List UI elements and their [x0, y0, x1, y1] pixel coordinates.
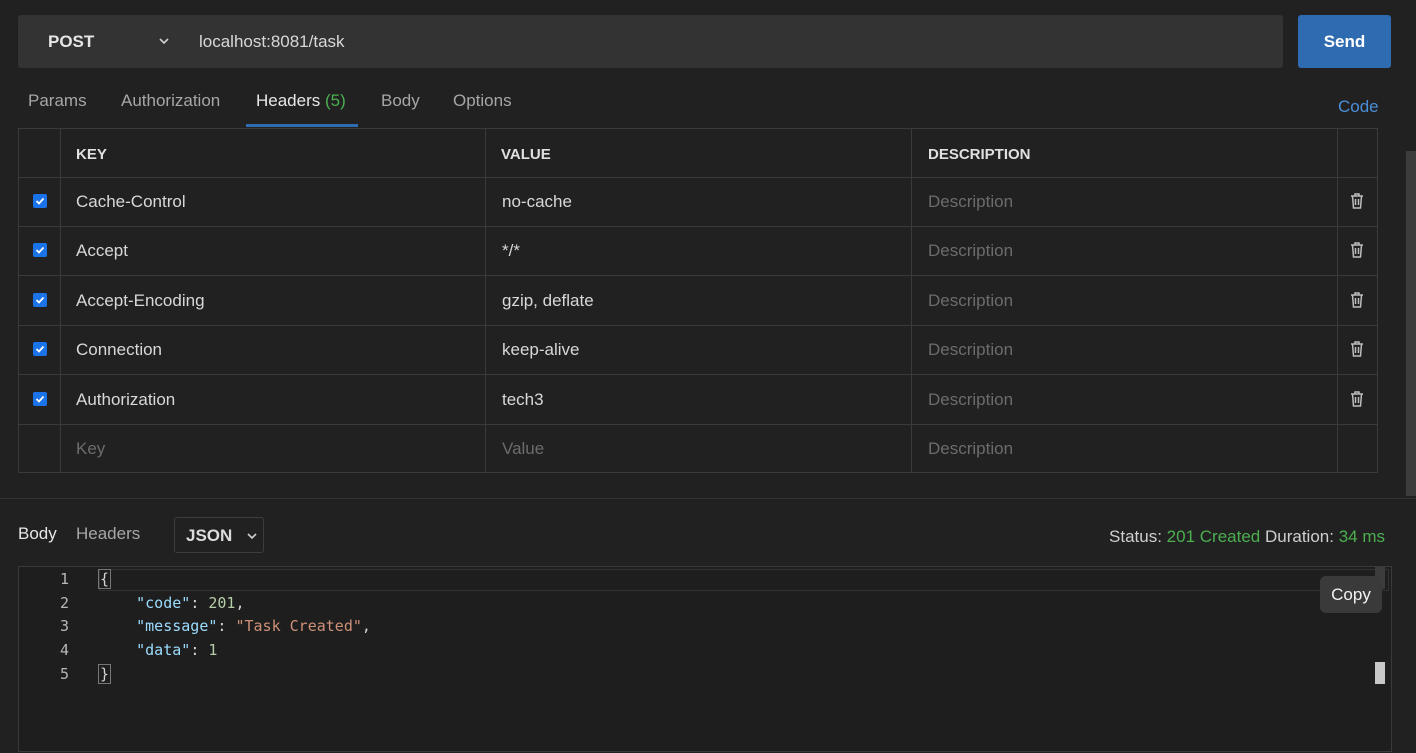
- response-body-editor[interactable]: 1 2 3 4 5 { "code": 201, "message": "Tas…: [18, 566, 1392, 752]
- headers-table: KEY VALUE DESCRIPTION Cache-Control no-c…: [18, 128, 1378, 473]
- json-value: "Task Created": [235, 617, 361, 635]
- header-description-cell[interactable]: Description: [928, 390, 1013, 410]
- code-line: "message": "Task Created",: [100, 617, 371, 635]
- row-enabled-checkbox[interactable]: [33, 392, 47, 406]
- header-description-cell[interactable]: Description: [928, 291, 1013, 311]
- header-value-cell[interactable]: */*: [502, 241, 520, 261]
- code-line: "code": 201,: [100, 594, 245, 612]
- trash-icon[interactable]: [1349, 241, 1365, 259]
- new-key-input[interactable]: Key: [76, 439, 105, 459]
- trash-icon[interactable]: [1349, 340, 1365, 358]
- check-icon: [35, 344, 45, 354]
- pane-divider[interactable]: [0, 498, 1416, 499]
- line-number: 4: [57, 641, 69, 659]
- status-label: Status:: [1109, 527, 1162, 546]
- duration-value: 34 ms: [1339, 527, 1385, 546]
- format-select-label: JSON: [186, 526, 232, 546]
- chevron-down-icon: [246, 530, 258, 542]
- close-brace: }: [98, 664, 111, 684]
- tab-headers[interactable]: Headers (5): [256, 91, 346, 111]
- header-key-cell[interactable]: Cache-Control: [76, 192, 186, 212]
- new-value-input[interactable]: Value: [502, 439, 544, 459]
- current-line-highlight: [99, 569, 1389, 591]
- scroll-thumb[interactable]: [1375, 662, 1385, 684]
- row-enabled-checkbox[interactable]: [33, 243, 47, 257]
- headers-count-badge: (5): [325, 91, 346, 110]
- header-description-cell[interactable]: Description: [928, 241, 1013, 261]
- tab-params[interactable]: Params: [28, 91, 87, 111]
- line-number: 2: [57, 594, 69, 612]
- header-value-cell[interactable]: tech3: [502, 390, 544, 410]
- column-header-value: VALUE: [501, 146, 551, 163]
- method-select[interactable]: POST: [48, 32, 94, 52]
- new-description-input[interactable]: Description: [928, 439, 1013, 459]
- json-value: 1: [208, 641, 217, 659]
- url-input[interactable]: localhost:8081/task: [199, 32, 345, 52]
- tab-options[interactable]: Options: [453, 91, 512, 111]
- active-tab-indicator: [246, 124, 358, 127]
- header-description-cell[interactable]: Description: [928, 340, 1013, 360]
- json-key: "data": [136, 641, 190, 659]
- request-bar: POST localhost:8081/task: [18, 15, 1283, 68]
- check-icon: [35, 295, 45, 305]
- line-number: 3: [57, 617, 69, 635]
- json-key: "message": [136, 617, 217, 635]
- response-tab-body[interactable]: Body: [18, 524, 57, 544]
- check-icon: [35, 245, 45, 255]
- column-header-description: DESCRIPTION: [928, 146, 1031, 163]
- row-enabled-checkbox[interactable]: [33, 342, 47, 356]
- code-link[interactable]: Code: [1338, 97, 1379, 117]
- status-value: 201 Created: [1167, 527, 1261, 546]
- response-status: Status: 201 Created Duration: 34 ms: [1109, 527, 1385, 547]
- tab-headers-label: Headers: [256, 91, 320, 110]
- page-scrollbar[interactable]: [1406, 151, 1416, 496]
- tab-authorization[interactable]: Authorization: [121, 91, 220, 111]
- header-value-cell[interactable]: keep-alive: [502, 340, 580, 360]
- header-value-cell[interactable]: no-cache: [502, 192, 572, 212]
- trash-icon[interactable]: [1349, 291, 1365, 309]
- header-key-cell[interactable]: Accept-Encoding: [76, 291, 205, 311]
- json-key: "code": [136, 594, 190, 612]
- header-key-cell[interactable]: Authorization: [76, 390, 175, 410]
- copy-button[interactable]: Copy: [1320, 576, 1382, 613]
- trash-icon[interactable]: [1349, 192, 1365, 210]
- open-brace: {: [98, 569, 111, 589]
- duration-label: Duration:: [1265, 527, 1334, 546]
- header-description-cell[interactable]: Description: [928, 192, 1013, 212]
- header-key-cell[interactable]: Connection: [76, 340, 162, 360]
- code-line: "data": 1: [100, 641, 217, 659]
- response-tab-headers[interactable]: Headers: [76, 524, 140, 544]
- tab-body[interactable]: Body: [381, 91, 420, 111]
- chevron-down-icon[interactable]: [155, 32, 173, 50]
- line-number: 1: [57, 570, 69, 588]
- code-line: {: [100, 570, 111, 588]
- column-header-key: KEY: [76, 146, 107, 163]
- check-icon: [35, 196, 45, 206]
- header-value-cell[interactable]: gzip, deflate: [502, 291, 594, 311]
- header-key-cell[interactable]: Accept: [76, 241, 128, 261]
- format-select[interactable]: JSON: [174, 517, 264, 553]
- check-icon: [35, 394, 45, 404]
- row-enabled-checkbox[interactable]: [33, 194, 47, 208]
- row-enabled-checkbox[interactable]: [33, 293, 47, 307]
- send-button[interactable]: Send: [1298, 15, 1391, 68]
- code-line: }: [100, 665, 111, 683]
- trash-icon[interactable]: [1349, 390, 1365, 408]
- line-number: 5: [57, 665, 69, 683]
- json-value: 201: [208, 594, 235, 612]
